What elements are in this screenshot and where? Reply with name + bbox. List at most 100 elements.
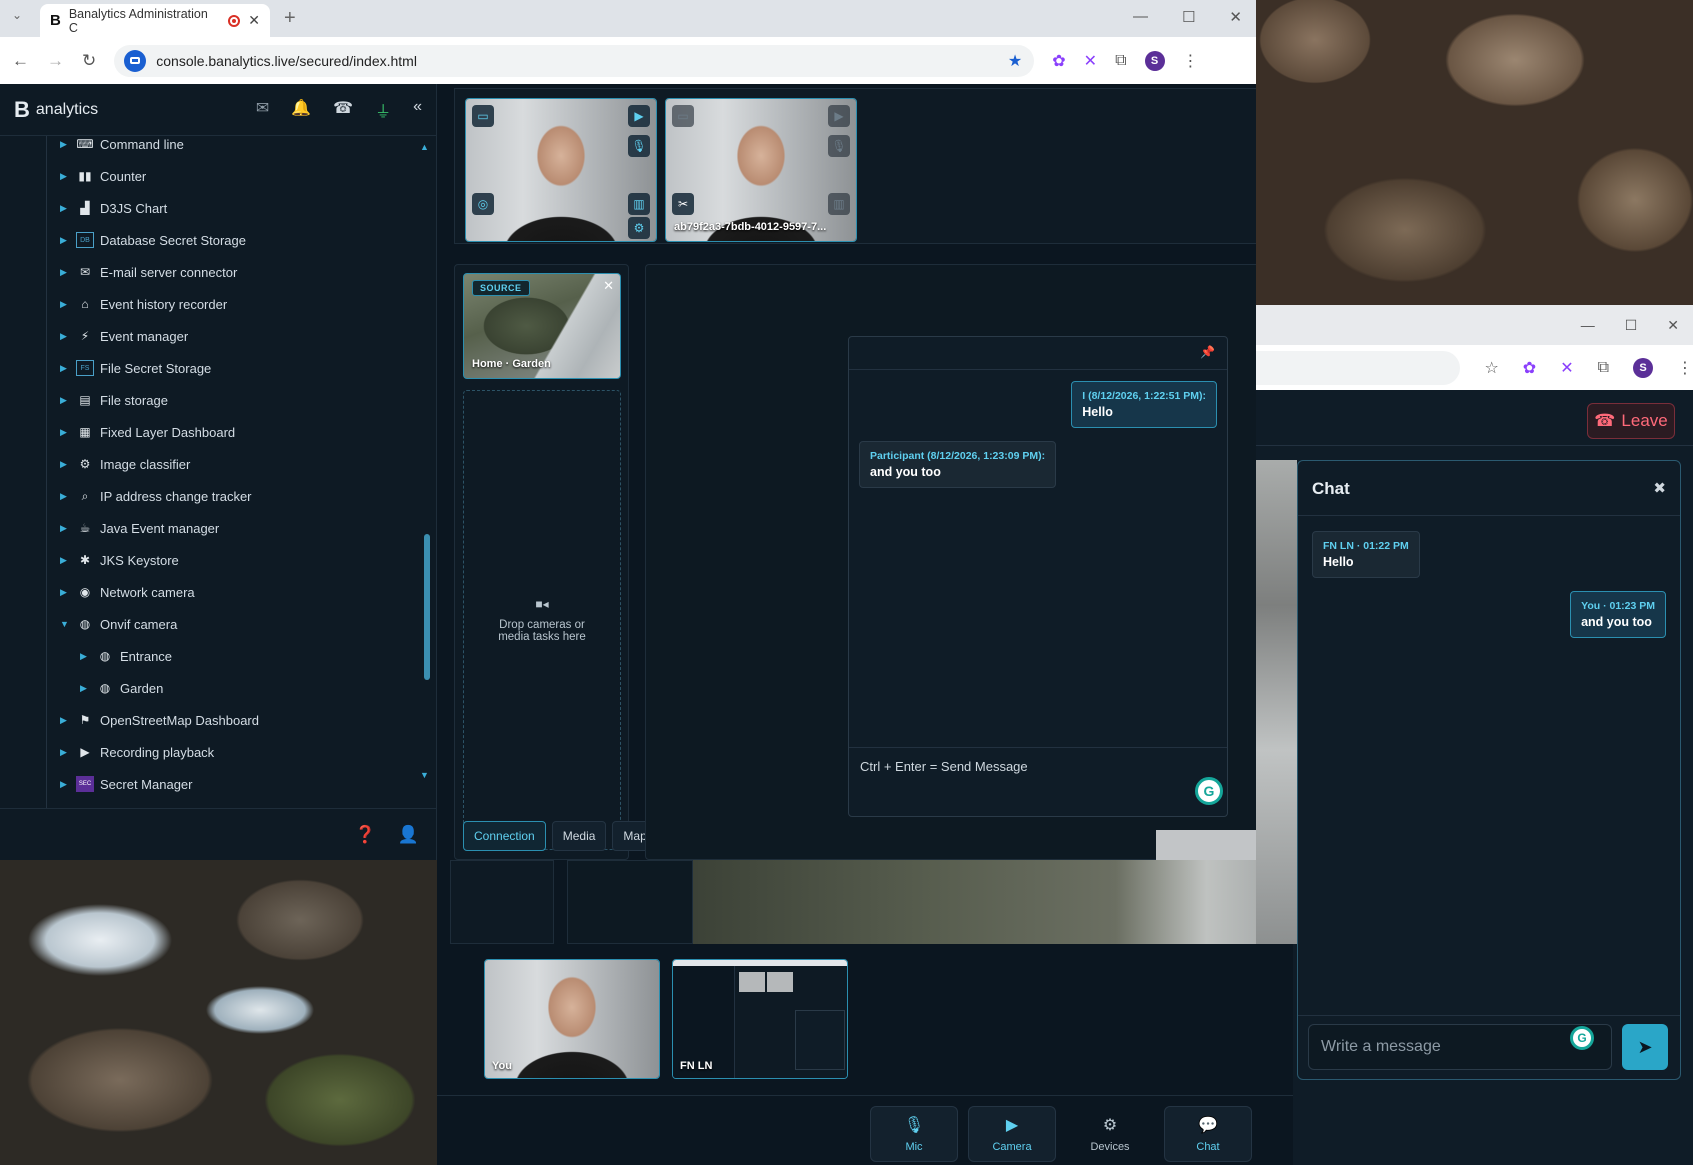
caret-right-icon[interactable]: ▶ — [60, 139, 76, 150]
tree-item[interactable]: ▶ ⌕ IP address change tracker — [60, 480, 252, 512]
tree-item[interactable]: ▶ ⚑ OpenStreetMap Dashboard — [60, 704, 259, 736]
participant-thumb-you[interactable]: You — [484, 959, 660, 1079]
minimize-icon[interactable]: — — [1581, 317, 1595, 333]
back-icon[interactable]: ← — [12, 51, 29, 71]
collapse-sidebar-icon[interactable]: « — [413, 98, 422, 122]
reload-icon[interactable]: ↻ — [82, 51, 96, 71]
video-camera-icon[interactable]: ▶ — [628, 105, 650, 127]
caret-right-icon[interactable]: ▶ — [80, 683, 96, 694]
new-tab-icon[interactable]: + — [284, 7, 296, 30]
help-icon[interactable]: ❓ — [355, 825, 376, 845]
tree-item[interactable]: ▶ ✱ JKS Keystore — [60, 544, 179, 576]
close-icon[interactable]: ✕ — [603, 278, 614, 294]
tree-item[interactable]: ▶ ⚡ Event manager — [60, 320, 188, 352]
source-tile-garden[interactable]: SOURCE ✕ Home · Garden — [463, 273, 621, 379]
chat-message-input[interactable]: Write a message — [1308, 1024, 1612, 1070]
devices-button[interactable]: ⚙ Devices — [1066, 1106, 1154, 1162]
extensions-puzzle-icon[interactable]: ⧉ — [1598, 359, 1609, 377]
close-tab-icon[interactable]: ✕ — [248, 12, 260, 29]
tab-media[interactable]: Media — [551, 821, 607, 851]
gear-icon[interactable]: ⚙ — [628, 217, 650, 239]
app-logo[interactable]: B analytics — [14, 97, 98, 123]
close-icon[interactable]: ✖ — [1653, 479, 1666, 497]
monitor-icon[interactable]: ▭ — [672, 105, 694, 127]
plug-icon[interactable]: ⏚ — [375, 98, 391, 122]
kebab-menu-icon[interactable]: ⋮ — [1677, 358, 1693, 378]
caret-right-icon[interactable]: ▶ — [60, 427, 76, 438]
camera-button[interactable]: ▶ Camera — [968, 1106, 1056, 1162]
caret-right-icon[interactable]: ▶ — [60, 459, 76, 470]
caret-right-icon[interactable]: ▶ — [60, 203, 76, 214]
profile-avatar[interactable]: S — [1633, 357, 1653, 378]
grammarly-icon[interactable]: G — [1195, 777, 1223, 805]
mic-button[interactable]: 🎙 Mic — [870, 1106, 958, 1162]
unlink-icon[interactable]: ✂ — [672, 193, 694, 215]
tree-item[interactable]: ▶ ▟ D3JS Chart — [60, 192, 167, 224]
map-icon[interactable]: ▥ — [628, 193, 650, 215]
mic-icon[interactable]: 🎙 — [628, 135, 650, 157]
browser-tab-active[interactable]: B Banalytics Administration C ✕ — [40, 4, 270, 37]
caret-right-icon[interactable]: ▶ — [60, 171, 76, 182]
mail-icon[interactable]: ✉ — [256, 98, 269, 122]
bookmark-star-icon[interactable]: ★ — [1008, 51, 1022, 71]
extension-flower-icon[interactable]: ✿ — [1052, 51, 1065, 71]
tree-item[interactable]: ▶ ▤ File storage — [60, 384, 168, 416]
tree-item[interactable]: ▶ DB Database Secret Storage — [60, 224, 246, 256]
caret-right-icon[interactable]: ▶ — [60, 587, 76, 598]
tree-item[interactable]: ▶ ▦ Fixed Layer Dashboard — [60, 416, 235, 448]
tree-item[interactable]: ▶ ◉ Network camera — [60, 576, 195, 608]
maximize-icon[interactable]: ☐ — [1625, 317, 1638, 334]
tree-item[interactable]: ▶ ◍ Garden — [80, 672, 163, 704]
extension-flower-icon[interactable]: ✿ — [1523, 358, 1536, 378]
tree-item[interactable]: ▶ ⌂ Event history recorder — [60, 288, 227, 320]
caret-right-icon[interactable]: ▶ — [60, 747, 76, 758]
caret-right-icon[interactable]: ▶ — [60, 299, 76, 310]
tree-item[interactable]: ▶ ▮▮ Counter — [60, 160, 146, 192]
tab-search-icon[interactable]: ⌄ — [12, 8, 22, 22]
tree-item[interactable]: ▶ ✉ E-mail server connector — [60, 256, 237, 288]
grammarly-icon[interactable]: G — [1570, 1026, 1594, 1050]
monitor-icon[interactable]: ▭ — [472, 105, 494, 127]
profile-avatar[interactable]: S — [1144, 50, 1165, 71]
chat-button[interactable]: 💬 Chat — [1164, 1106, 1252, 1162]
tree-item[interactable]: ▶ ☕ Java Event manager — [60, 512, 219, 544]
tree-item[interactable]: ▶ ⌨ Command line — [60, 136, 184, 160]
caret-right-icon[interactable]: ▶ — [60, 363, 76, 374]
phone-icon[interactable]: ☎ — [333, 98, 353, 122]
local-camera-tile[interactable]: ▭ ▶ 🎙 ◎ ▥ ⚙ — [465, 98, 657, 242]
scroll-up-icon[interactable]: ▲ — [420, 142, 429, 152]
caret-right-icon[interactable]: ▶ — [60, 267, 76, 278]
bookmark-star-icon[interactable]: ☆ — [1484, 358, 1498, 378]
caret-right-icon[interactable]: ▶ — [60, 523, 76, 534]
user-account-icon[interactable]: 👤 — [398, 825, 419, 845]
address-bar[interactable]: console.banalytics.live/secured/index.ht… — [114, 44, 1035, 77]
tree-item[interactable]: ▶ FS File Secret Storage — [60, 352, 211, 384]
meeting-url-field[interactable] — [1231, 350, 1461, 385]
caret-right-icon[interactable]: ▶ — [60, 555, 76, 566]
chat-popup-input[interactable]: Ctrl + Enter = Send Message — [860, 759, 1028, 774]
caret-right-icon[interactable]: ▶ — [80, 651, 96, 662]
video-camera-icon[interactable]: ▶ — [828, 105, 850, 127]
tree-item[interactable]: ▶ ▶ Recording playback — [60, 736, 214, 768]
extension-x-icon[interactable]: ✕ — [1084, 51, 1097, 71]
sidebar-scrollbar-thumb[interactable] — [424, 534, 430, 680]
minimize-icon[interactable]: — — [1133, 8, 1148, 26]
caret-right-icon[interactable]: ▶ — [60, 331, 76, 342]
tree-item[interactable]: ▼ ◍ Onvif camera — [60, 608, 177, 640]
caret-down-icon[interactable]: ▼ — [60, 619, 76, 629]
remote-camera-tile[interactable]: ▭ ▶ 🎙 ✂ ▥ ab79f2a3-7bdb-4012-9597-7... — [665, 98, 857, 242]
leave-button[interactable]: ☎ Leave — [1587, 403, 1675, 439]
caret-right-icon[interactable]: ▶ — [60, 779, 76, 790]
forward-icon[interactable]: → — [47, 51, 64, 71]
close-window-icon[interactable]: ✕ — [1229, 8, 1242, 26]
mic-icon[interactable]: 🎙 — [828, 135, 850, 157]
extensions-puzzle-icon[interactable]: ⧉ — [1115, 52, 1126, 70]
caret-right-icon[interactable]: ▶ — [60, 235, 76, 246]
caret-right-icon[interactable]: ▶ — [60, 491, 76, 502]
participant-thumb-fnln[interactable]: FN LN — [672, 959, 848, 1079]
close-icon[interactable]: ✕ — [1667, 317, 1679, 334]
camera-drop-zone[interactable]: ■◂ Drop cameras or media tasks here — [463, 390, 621, 850]
caret-right-icon[interactable]: ▶ — [60, 715, 76, 726]
maximize-icon[interactable]: ☐ — [1182, 8, 1195, 26]
kebab-menu-icon[interactable]: ⋮ — [1183, 51, 1199, 71]
